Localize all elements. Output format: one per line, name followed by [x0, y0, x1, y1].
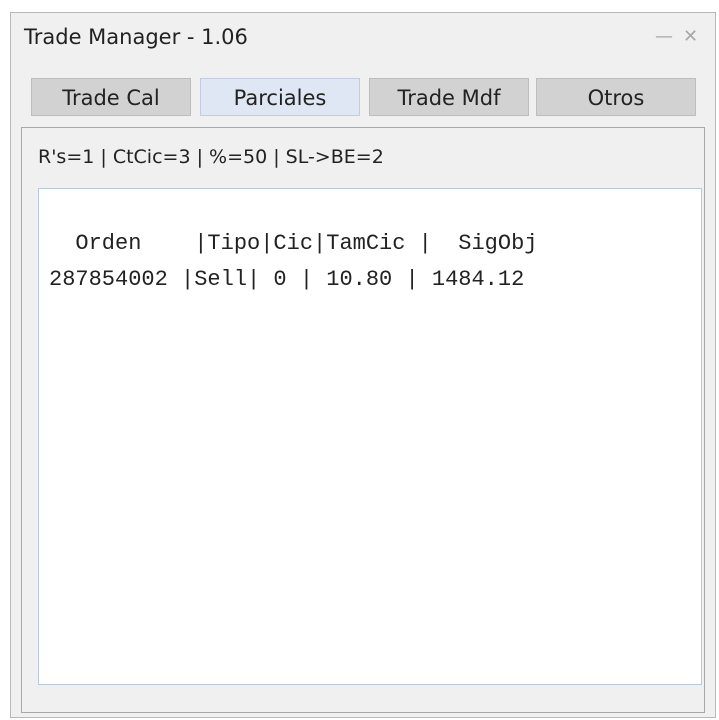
close-icon[interactable]: ✕ — [683, 27, 698, 47]
window-title: Trade Manager - 1.06 — [24, 25, 248, 49]
trade-manager-window: Trade Manager - 1.06 — ✕ Trade Cal Parci… — [10, 12, 716, 718]
list-item[interactable]: 287854002 |Sell| 0 | 10.80 | 1484.12 — [49, 267, 524, 292]
tab-otros[interactable]: Otros — [536, 78, 696, 116]
minimize-icon[interactable]: — — [655, 27, 673, 47]
tab-parciales[interactable]: Parciales — [200, 78, 360, 116]
title-bar[interactable]: Trade Manager - 1.06 — ✕ — [11, 13, 715, 67]
orders-list[interactable]: Orden |Tipo|Cic|TamCic | SigObj 28785400… — [38, 188, 702, 685]
tab-bar: Trade Cal Parciales Trade Mdf Otros — [31, 78, 697, 118]
tab-trade-cal[interactable]: Trade Cal — [31, 78, 191, 116]
list-header: Orden |Tipo|Cic|TamCic | SigObj — [49, 231, 538, 256]
parciales-panel: R's=1 | CtCic=3 | %=50 | SL->BE=2 Orden … — [21, 127, 705, 713]
tab-trade-mdf[interactable]: Trade Mdf — [369, 78, 529, 116]
params-summary: R's=1 | CtCic=3 | %=50 | SL->BE=2 — [38, 146, 384, 168]
